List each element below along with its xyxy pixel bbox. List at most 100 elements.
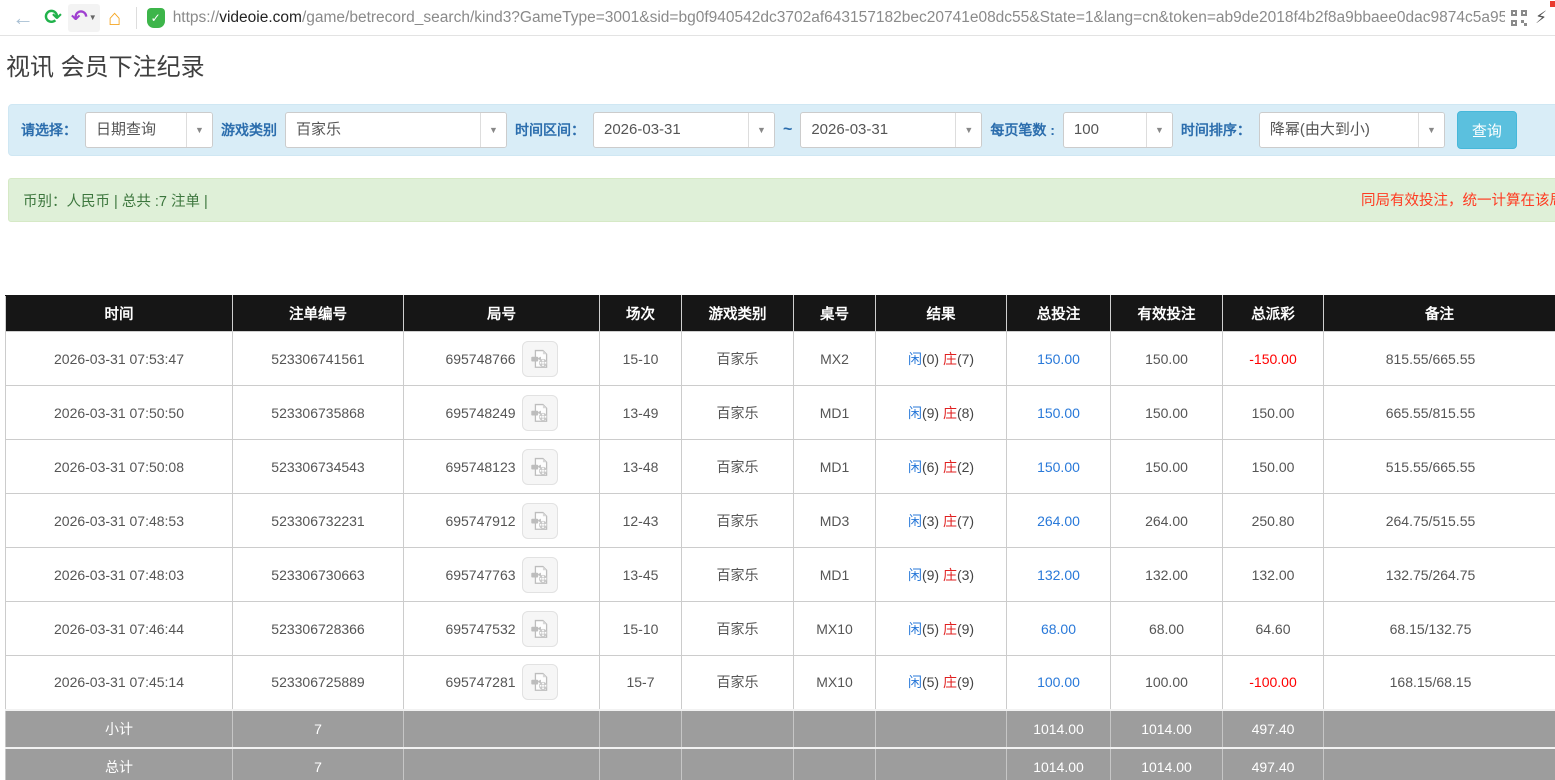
- cell-time: 2026-03-31 07:48:03: [5, 547, 233, 602]
- total-row-cell-6: [875, 746, 1007, 780]
- column-header: 游戏类别: [681, 295, 794, 332]
- lightning-icon[interactable]: ⚡: [1535, 8, 1547, 28]
- cell-total-bet: 132.00: [1006, 547, 1111, 602]
- url-scheme: https://: [172, 8, 220, 26]
- chevron-down-icon[interactable]: ▼: [748, 113, 774, 147]
- cell-note: 515.55/665.55: [1323, 439, 1555, 494]
- video-replay-button[interactable]: [521, 340, 558, 377]
- page-size-select[interactable]: 100 ▼: [1062, 112, 1173, 148]
- qr-code-icon[interactable]: [1511, 9, 1528, 26]
- result-player-value: (9): [921, 404, 943, 421]
- video-replay-button[interactable]: [521, 448, 558, 485]
- subtotal-row-cell-5: [793, 708, 876, 748]
- reload-button[interactable]: ⟳: [38, 3, 68, 33]
- sort-select[interactable]: 降幂(由大到小) ▼: [1258, 112, 1445, 148]
- video-replay-button[interactable]: [521, 394, 558, 431]
- subtotal-row-cell-8: 1014.00: [1110, 708, 1223, 748]
- query-type-select[interactable]: 日期查询 ▼: [85, 112, 213, 148]
- home-button[interactable]: ⌂: [100, 3, 130, 33]
- result-banker-label: 庄: [942, 404, 957, 421]
- cell-time: 2026-03-31 07:53:47: [5, 331, 233, 386]
- game-type-select[interactable]: 百家乐 ▼: [285, 112, 507, 148]
- browser-toolbar: ← ⟳ ↷ ▼ ⌂ ✓ https://videoie.com/game/bet…: [0, 0, 1555, 36]
- video-replay-button[interactable]: [521, 610, 558, 647]
- date-to-value: 2026-03-31: [811, 121, 889, 138]
- cell-payout: 150.00: [1222, 439, 1324, 494]
- result-player-label: 闲: [907, 404, 922, 421]
- cell-round-number: 695748123: [403, 439, 600, 494]
- chevron-down-icon[interactable]: ▼: [1145, 113, 1172, 147]
- round-number-group: 695747763: [445, 556, 558, 593]
- cell-result: 闲(5) 庄(9): [875, 655, 1007, 710]
- video-replay-icon: [530, 457, 547, 476]
- result-banker-label: 庄: [942, 620, 957, 637]
- cell-bet-number: 523306728366: [232, 601, 404, 656]
- round-number-text: 695747763: [445, 566, 516, 583]
- cell-bet-number: 523306741561: [232, 331, 404, 386]
- result-player-value: (9): [921, 566, 943, 583]
- round-number-text: 695748766: [445, 350, 516, 367]
- subtotal-row-cell-9: 497.40: [1222, 708, 1324, 748]
- chevron-down-icon[interactable]: ▼: [480, 113, 506, 147]
- round-number-group: 695747532: [445, 610, 558, 647]
- cell-result: 闲(9) 庄(3): [875, 547, 1007, 602]
- result-player-label: 闲: [907, 566, 922, 583]
- total-row-cell-9: 497.40: [1222, 746, 1324, 780]
- table-row: 2026-03-31 07:46:44 523306728366 695747532…: [5, 601, 1555, 656]
- chevron-down-icon[interactable]: ▼: [1417, 113, 1444, 147]
- result-player-label: 闲: [907, 512, 922, 529]
- recently-closed-button[interactable]: ↷ ▼: [68, 1, 1555, 32]
- column-header: 局号: [403, 295, 600, 332]
- search-button[interactable]: 查询: [1456, 111, 1517, 149]
- video-replay-button[interactable]: [521, 502, 558, 539]
- video-replay-button[interactable]: [521, 556, 558, 593]
- result-banker-value: (9): [956, 620, 975, 637]
- result-banker-value: (8): [956, 404, 975, 421]
- toolbar-divider: [135, 6, 137, 29]
- date-from-value: 2026-03-31: [604, 121, 681, 138]
- tilde-separator: ~: [783, 121, 793, 138]
- total-row-cell-3: [599, 746, 682, 780]
- cell-total-bet: 150.00: [1006, 331, 1111, 386]
- result-banker-value: (7): [956, 512, 975, 529]
- back-button[interactable]: ←: [8, 3, 38, 33]
- cell-round-number: 695748766: [403, 331, 600, 386]
- column-header: 场次: [599, 295, 682, 332]
- cell-valid-bet: 264.00: [1110, 493, 1223, 548]
- cell-total-bet: 68.00: [1006, 601, 1111, 656]
- cell-session: 13-49: [599, 385, 682, 440]
- video-replay-icon: [530, 403, 547, 422]
- cell-table-number: MX2: [793, 331, 876, 386]
- undo-icon: ↷: [71, 7, 88, 29]
- video-replay-icon: [530, 511, 547, 530]
- address-bar[interactable]: https://videoie.com/game/betrecord_searc…: [173, 9, 1505, 27]
- date-to-select[interactable]: 2026-03-31 ▼: [800, 112, 983, 148]
- chevron-down-icon[interactable]: ▼: [186, 113, 212, 147]
- security-shield-icon[interactable]: ✓: [146, 7, 165, 28]
- subtotal-row-cell-10: [1323, 708, 1555, 748]
- video-replay-icon: [530, 565, 547, 584]
- cell-note: 68.15/132.75: [1323, 601, 1555, 656]
- date-from-select[interactable]: 2026-03-31 ▼: [593, 112, 775, 148]
- cell-valid-bet: 68.00: [1110, 601, 1223, 656]
- column-header: 总投注: [1006, 295, 1111, 332]
- reload-icon: ⟳: [44, 6, 62, 29]
- result-banker-label: 庄: [942, 566, 957, 583]
- subtotal-row-cell-1: 7: [232, 708, 404, 748]
- chevron-down-icon[interactable]: ▼: [955, 113, 982, 147]
- cell-game-type: 百家乐: [681, 493, 794, 548]
- cell-session: 12-43: [599, 493, 682, 548]
- cell-table-number: MD1: [793, 385, 876, 440]
- total-row: 总计 7 1014.00 1014.00 497.40: [5, 746, 1555, 780]
- chevron-down-icon: ▼: [88, 13, 97, 22]
- cell-result: 闲(6) 庄(2): [875, 439, 1007, 494]
- round-number-group: 695748123: [445, 448, 558, 485]
- video-replay-button[interactable]: [521, 664, 558, 701]
- cell-round-number: 695747532: [403, 601, 600, 656]
- table-row: 2026-03-31 07:53:47 523306741561 695748766…: [5, 331, 1555, 386]
- cell-note: 665.55/815.55: [1323, 385, 1555, 440]
- cell-valid-bet: 150.00: [1110, 439, 1223, 494]
- subtotal-row: 小计 7 1014.00 1014.00 497.40: [5, 708, 1555, 748]
- cell-time: 2026-03-31 07:48:53: [5, 493, 233, 548]
- notification-dot: [1550, 1, 1555, 7]
